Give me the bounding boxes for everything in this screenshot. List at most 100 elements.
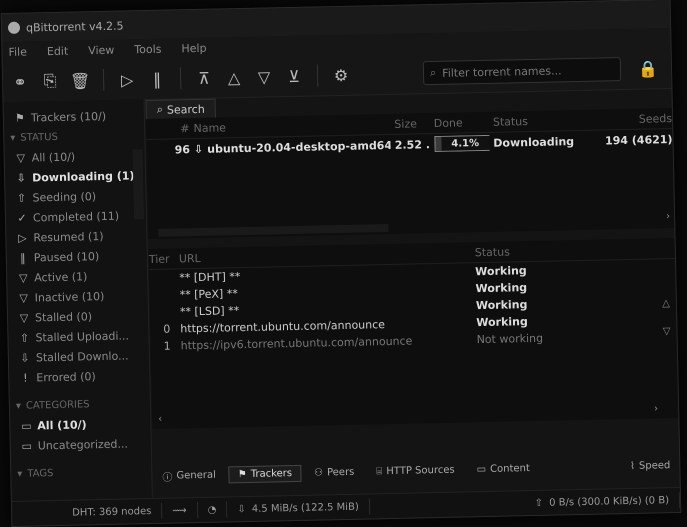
col-status[interactable]: Status — [489, 113, 600, 128]
tracker-tier: 0 — [150, 323, 170, 336]
add-torrent-button[interactable]: ⎘ — [39, 70, 61, 92]
status-filter-label: Inactive (10) — [35, 289, 105, 303]
dht-text: DHT: 369 nodes — [72, 506, 151, 519]
move-up-button[interactable]: △ — [223, 66, 245, 88]
scroll-left-icon[interactable]: ‹ — [158, 414, 162, 425]
scroll-up-icon[interactable]: △ — [662, 298, 670, 309]
pause-button[interactable]: ‖ — [146, 68, 168, 90]
gear-icon: ⚙ — [334, 65, 349, 84]
pause-icon: ‖ — [17, 252, 29, 264]
up-arrow-icon: ⇧ — [15, 192, 27, 204]
sidebar-scrollbar[interactable] — [133, 149, 144, 219]
speed-icon: ⌇ — [630, 460, 635, 471]
tab-peers[interactable]: ⚇Peers — [305, 463, 364, 481]
scroll-right-icon[interactable]: › — [666, 211, 670, 222]
network-icon: ⟿ — [172, 505, 187, 516]
delete-button[interactable]: 🗑 — [69, 69, 91, 91]
tab-content[interactable]: ▭Content — [467, 459, 539, 477]
menu-view[interactable]: View — [88, 43, 114, 57]
col-tracker-status[interactable]: Status — [469, 245, 510, 259]
properties-tabs: ⓘGeneral⚑Trackers⚇Peers⌸HTTP Sources▭Con… — [153, 454, 679, 487]
peers-icon: ⚇ — [314, 467, 323, 478]
tab-general[interactable]: ⓘGeneral — [153, 464, 225, 486]
upload-speed[interactable]: ⇧ 0 B/s (300.0 KiB/s) (0 B) — [525, 492, 681, 511]
status-filter-label: Seeding (0) — [32, 190, 96, 204]
dht-status: DHT: 369 nodes — [12, 503, 163, 522]
status-filter-label: Downloading (1) — [32, 169, 135, 184]
tab-label: Trackers — [251, 468, 293, 480]
status-filter-list: ▽All (10/)⇩Downloading (1)⇧Seeding (0)✓C… — [5, 145, 150, 388]
search-icon: ⌕ — [430, 66, 436, 80]
status-filter-label: Completed (11) — [33, 209, 119, 224]
menu-file[interactable]: File — [8, 45, 27, 58]
chevron-down-icon: ▾ — [16, 400, 21, 411]
resume-button[interactable]: ▷ — [116, 68, 138, 90]
tab-trackers[interactable]: ⚑Trackers — [229, 464, 302, 483]
category-filter-label: Uncategorized... — [38, 437, 128, 452]
funnel-icon: ▽ — [18, 292, 30, 304]
tracker-status: Working — [469, 281, 527, 295]
col-tier[interactable]: Tier — [149, 252, 169, 265]
tags-section-header[interactable]: ▾ TAGS — [11, 461, 151, 484]
toolbar-divider — [317, 64, 318, 86]
category-filter-list: ▭All (10/)▭Uncategorized... — [10, 413, 151, 456]
col-done[interactable]: Done — [430, 115, 489, 129]
tab-http-sources[interactable]: ⌸HTTP Sources — [367, 461, 464, 480]
speedometer-icon: ◔ — [208, 504, 217, 515]
menu-help[interactable]: Help — [181, 41, 206, 55]
main-window: qBittorrent v4.2.5 File Edit View Tools … — [1, 0, 682, 527]
status-section-label: STATUS — [20, 131, 58, 143]
col-seeds[interactable]: Seeds — [599, 112, 672, 127]
col-url[interactable]: URL — [169, 246, 469, 265]
torrent-seeds: 194 (4621) — [599, 133, 672, 148]
tracker-status: Working — [469, 264, 527, 278]
tracker-url: https://ipv6.torrent.ubuntu.com/announce — [171, 333, 471, 352]
tab-search[interactable]: ⌕ Search — [146, 99, 216, 119]
status-filter-label: Resumed (1) — [33, 229, 103, 243]
bottom-icon: ⊻ — [288, 66, 300, 85]
error-icon: ! — [19, 372, 31, 384]
sidebar: ⚑ Trackers (10/) ▾ STATUS ▽All (10/)⇩Dow… — [4, 99, 153, 500]
col-number[interactable]: # — [146, 122, 190, 136]
lock-button[interactable]: 🔒 — [635, 55, 662, 82]
col-size[interactable]: Size — [390, 117, 430, 131]
upload-speed-text: 0 B/s (300.0 KiB/s) (0 B) — [549, 495, 669, 509]
categories-section-label: CATEGORIES — [26, 399, 90, 411]
tracker-rows: ** [DHT] **Working** [PeX] **Working** [… — [149, 259, 677, 355]
folder-icon: ▭ — [20, 420, 32, 432]
torrent-list: # Name Size Done Status Seeds 96 ⇩ ubunt… — [146, 108, 674, 239]
http-icon: ⌸ — [376, 466, 382, 477]
torrent-size: 2.52 ... — [391, 138, 431, 152]
speed-limit-toggle[interactable]: ◔ — [198, 501, 228, 518]
torrent-name-cell: ⇩ ubuntu-20.04-desktop-amd64.iso — [190, 138, 391, 155]
menu-edit[interactable]: Edit — [47, 44, 69, 57]
up-triangle-icon: △ — [228, 68, 241, 87]
scroll-right-icon[interactable]: › — [654, 403, 658, 414]
options-button[interactable]: ⚙ — [330, 64, 352, 86]
torrent-name: ubuntu-20.04-desktop-amd64.iso — [207, 138, 391, 155]
progress-fill — [435, 137, 442, 151]
torrent-list-hscrollbar[interactable] — [158, 224, 388, 237]
download-speed[interactable]: ⇩ 4.5 MiB/s (122.5 MiB) — [227, 498, 370, 517]
add-link-button[interactable]: ⚭ — [9, 70, 31, 92]
tab-search-label: Search — [167, 102, 205, 116]
status-filter-label: Stalled (0) — [35, 310, 92, 324]
status-filter-item[interactable]: !Errored (0) — [9, 365, 149, 388]
move-bottom-button[interactable]: ⊻ — [283, 65, 305, 87]
tab-speed[interactable]: ⌇Speed — [621, 456, 680, 474]
tracker-status: Not working — [471, 332, 544, 347]
category-filter-item[interactable]: ▭Uncategorized... — [11, 433, 151, 456]
play-icon: ▷ — [121, 70, 134, 89]
down-arrow-icon: ⇩ — [15, 172, 27, 184]
folder-icon: ▭ — [477, 464, 487, 475]
move-down-button[interactable]: ▽ — [253, 65, 275, 87]
filter-input[interactable]: ⌕ Filter torrent names... — [423, 57, 621, 85]
tags-section-label: TAGS — [27, 468, 53, 480]
alt-speed-toggle[interactable]: ⟿ — [162, 502, 198, 519]
col-name[interactable]: Name — [189, 117, 390, 134]
download-arrow-icon: ⇩ — [237, 504, 246, 515]
scroll-down-icon[interactable]: ▽ — [663, 326, 671, 337]
move-top-button[interactable]: ⊼ — [193, 67, 215, 89]
funnel-icon: ▽ — [15, 152, 27, 164]
menu-tools[interactable]: Tools — [134, 42, 161, 56]
